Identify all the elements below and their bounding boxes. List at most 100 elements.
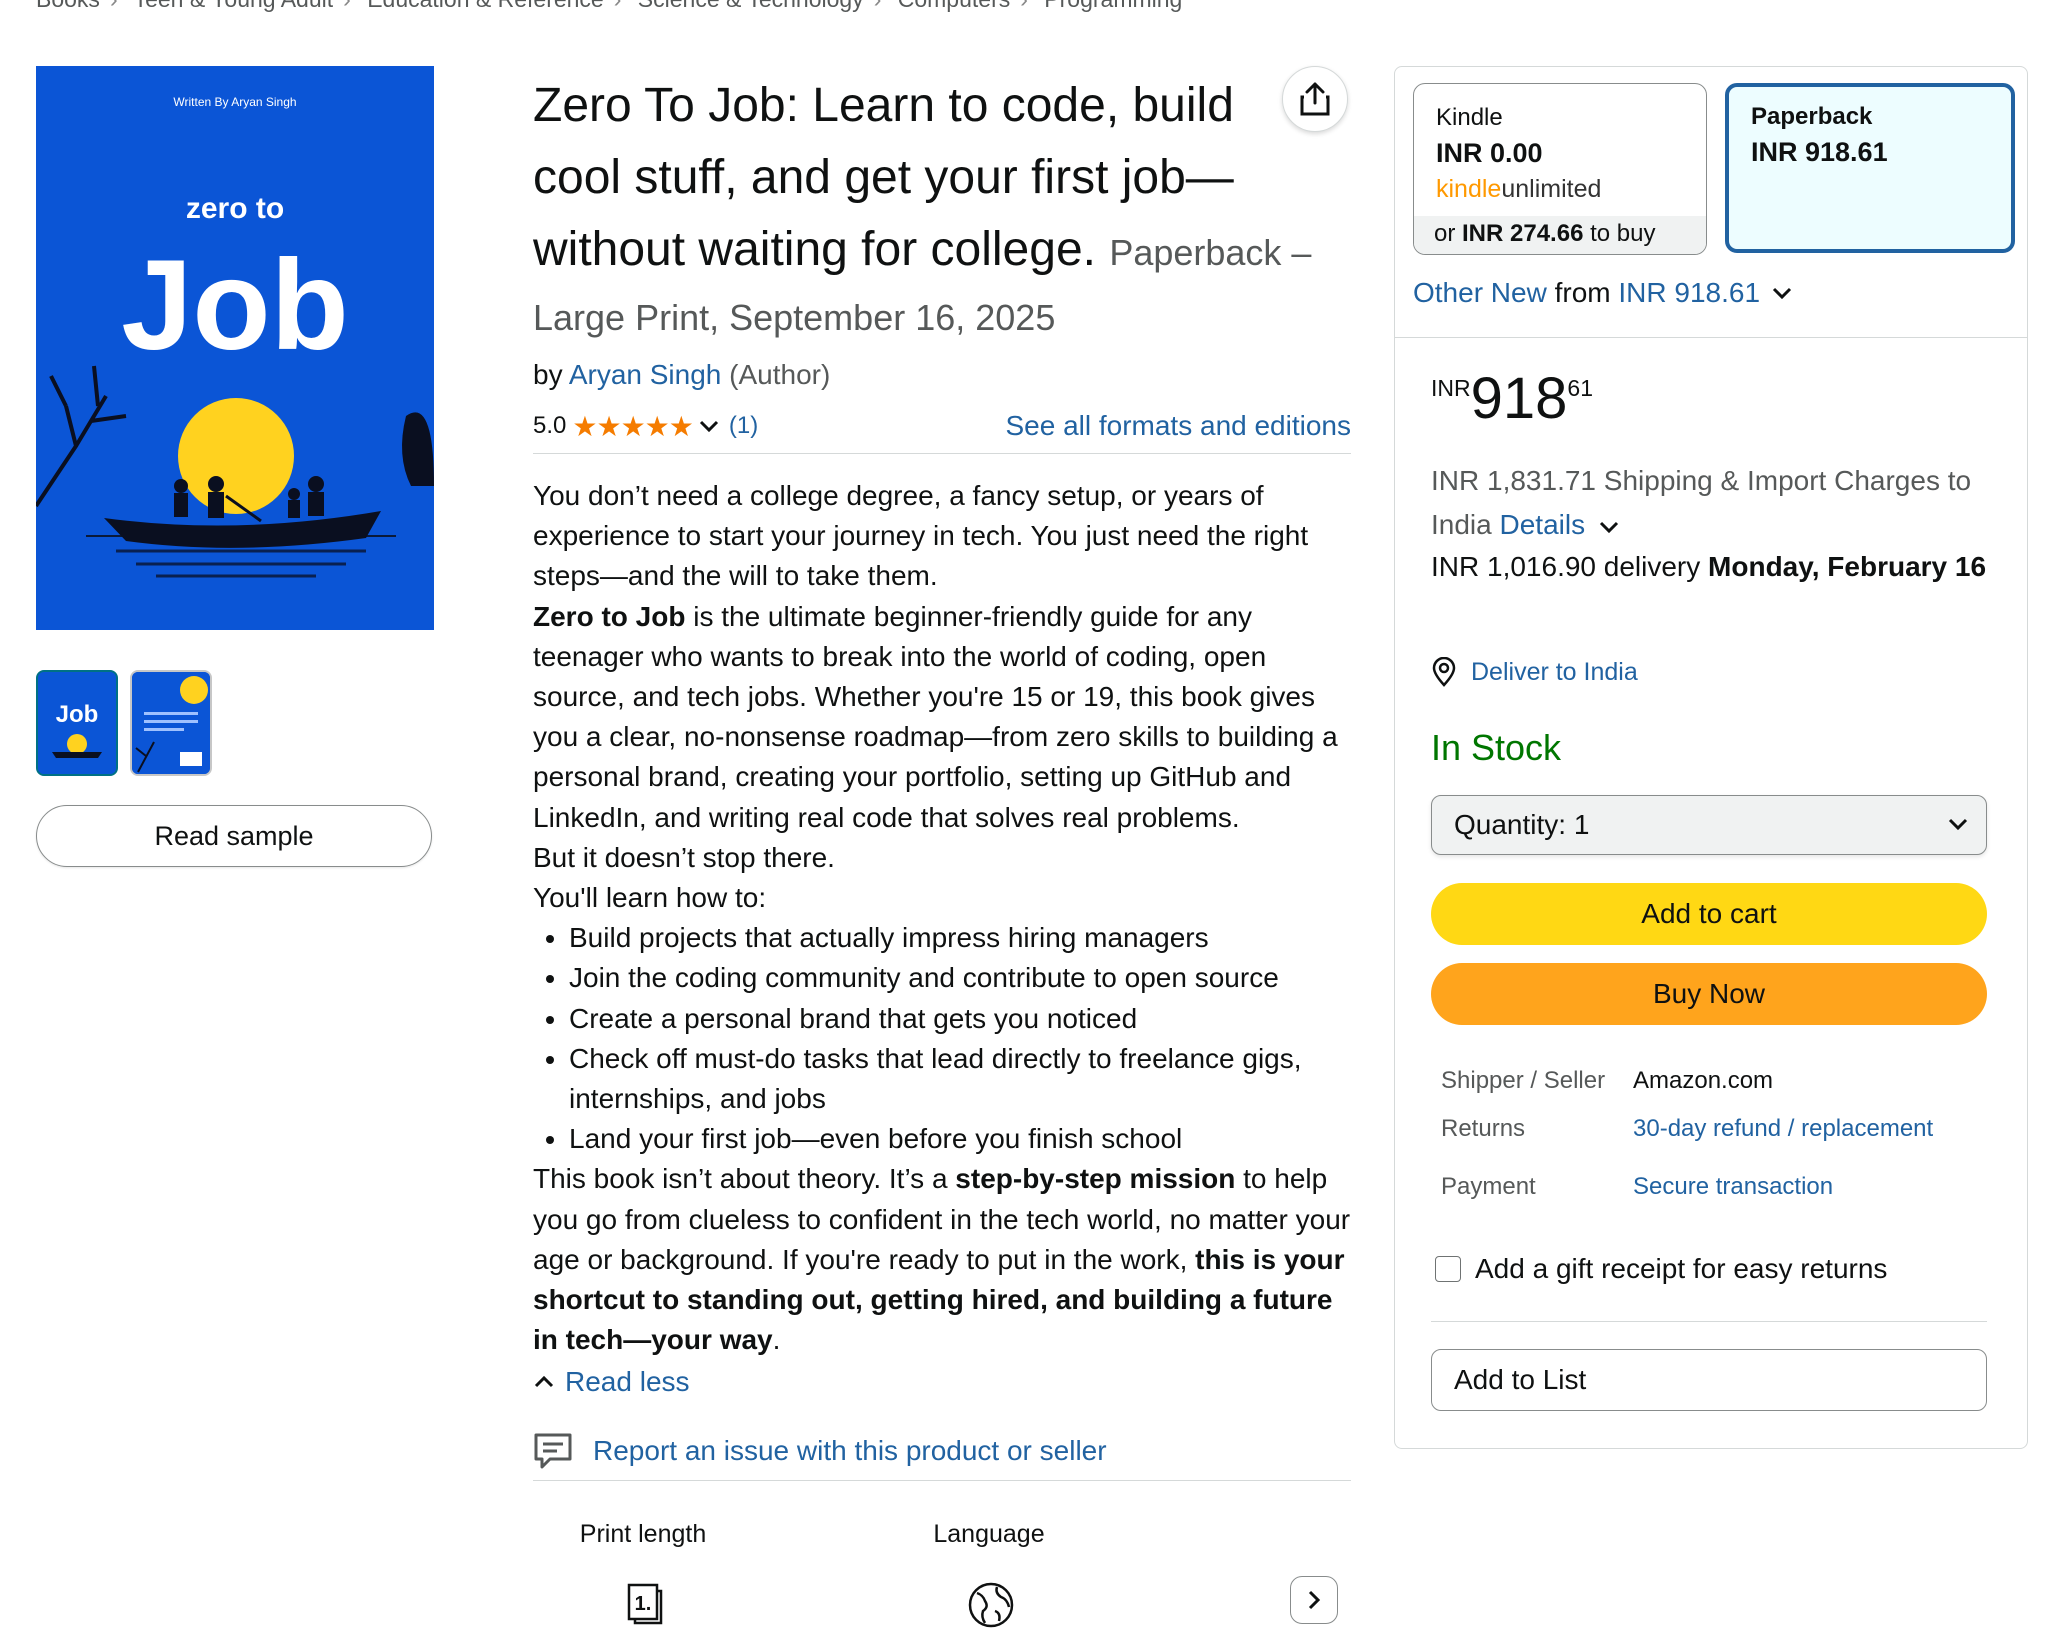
other-new-link[interactable]: Other New xyxy=(1413,277,1547,308)
breadcrumb: Books› Teen & Young Adult› Education & R… xyxy=(36,0,1192,13)
product-specs-carousel: Print length 1. Language xyxy=(533,1520,1351,1640)
spec-label: Language xyxy=(933,1520,1045,1548)
by-label: by xyxy=(533,359,563,390)
list-item: Create a personal brand that gets you no… xyxy=(569,999,1351,1039)
rating-value: 5.0 xyxy=(533,412,567,439)
divider xyxy=(1395,337,2027,338)
rating-row: 5.0 ★★★★★ (1) See all formats and editio… xyxy=(533,409,1351,443)
author-link[interactable]: Aryan Singh xyxy=(569,359,722,390)
breadcrumb-item[interactable]: Books xyxy=(36,0,100,12)
spec-label: Print length xyxy=(579,1520,707,1548)
product-title: Zero To Job: Learn to code, build cool s… xyxy=(533,70,1323,289)
format-swatch-kindle[interactable]: Kindle INR 0.00 kindleunlimited or INR 2… xyxy=(1413,83,1707,255)
chevron-right-icon xyxy=(1308,1590,1321,1610)
location-pin-icon xyxy=(1432,657,1456,687)
swatch-price: INR 918.61 xyxy=(1751,137,1888,167)
divider xyxy=(1431,1321,1987,1322)
read-less-link[interactable]: Read less xyxy=(565,1366,690,1398)
chevron-down-icon xyxy=(1948,818,1968,831)
buy-box: Kindle INR 0.00 kindleunlimited or INR 2… xyxy=(1394,66,2028,1449)
list-item: Build projects that actually impress hir… xyxy=(569,918,1351,958)
thumbnail-front-cover[interactable]: Job xyxy=(36,670,118,776)
add-to-list-button[interactable]: Add to List xyxy=(1431,1349,1987,1411)
deliver-to[interactable]: Deliver to India xyxy=(1431,657,1638,687)
cover-written-by: Written By Aryan Singh xyxy=(173,95,296,109)
description-paragraph: But it doesn’t stop there. xyxy=(533,841,835,873)
breadcrumb-item[interactable]: Programming xyxy=(1044,0,1182,12)
breadcrumb-item[interactable]: Education & Reference xyxy=(367,0,604,12)
chevron-down-icon[interactable] xyxy=(697,414,721,438)
see-all-formats-link[interactable]: See all formats and editions xyxy=(1005,410,1351,442)
byline: by Aryan Singh (Author) xyxy=(533,357,1351,393)
star-rating-icon[interactable]: ★★★★★ xyxy=(572,410,694,443)
breadcrumb-item[interactable]: Science & Technology xyxy=(638,0,864,12)
globe-icon xyxy=(967,1581,1014,1628)
image-thumbnails: Job xyxy=(36,670,212,776)
cover-line1: zero to xyxy=(186,192,284,225)
thumbnail-back-cover[interactable] xyxy=(130,670,212,776)
product-details: Zero To Job: Learn to code, build cool s… xyxy=(533,70,1351,1482)
carousel-next-button[interactable] xyxy=(1290,1576,1338,1624)
info-label: Shipper / Seller xyxy=(1441,1067,1606,1094)
swatch-price: INR 0.00 xyxy=(1436,138,1543,168)
chevron-down-icon[interactable] xyxy=(1770,281,1794,305)
read-less-toggle[interactable]: Read less xyxy=(533,1366,1351,1398)
swatch-name: Paperback xyxy=(1751,103,1873,130)
report-issue-link[interactable]: Report an issue with this product or sel… xyxy=(593,1435,1107,1467)
returns-link[interactable]: 30-day refund / replacement xyxy=(1633,1115,1933,1143)
kindle-buy-price: or INR 274.66 to buy xyxy=(1414,216,1706,254)
shipping-charges: INR 1,831.71 Shipping & Import Charges t… xyxy=(1431,465,1972,540)
info-label: Payment xyxy=(1441,1173,1536,1200)
description-paragraph: Zero to Job is the ultimate beginner-fri… xyxy=(533,600,1338,833)
spec-language: Language xyxy=(879,1520,1099,1628)
info-value: Amazon.com xyxy=(1633,1067,1774,1094)
buy-now-button[interactable]: Buy Now xyxy=(1431,963,1987,1025)
author-role: (Author) xyxy=(729,359,831,390)
format-swatch-paperback[interactable]: Paperback INR 918.61 xyxy=(1725,83,2015,253)
stock-status: In Stock xyxy=(1431,727,1562,768)
price: INR 918 61 xyxy=(1431,367,1593,431)
kindle-unlimited-logo: kindleunlimited xyxy=(1436,175,1602,203)
list-item: Land your first job—even before you fini… xyxy=(569,1119,1351,1159)
swatch-name: Kindle xyxy=(1436,104,1503,131)
quantity-value: Quantity: 1 xyxy=(1454,809,1590,840)
feedback-icon xyxy=(534,1433,572,1469)
shipping-details-link[interactable]: Details xyxy=(1500,509,1586,540)
delivery-date: INR 1,016.90 delivery Monday, February 1… xyxy=(1431,551,1987,582)
spec-print-length: Print length 1. xyxy=(533,1520,753,1625)
breadcrumb-item[interactable]: Teen & Young Adult xyxy=(134,0,334,12)
cover-line2: Job xyxy=(121,234,349,377)
rating-count-link[interactable]: (1) xyxy=(729,412,758,440)
book-cover-image[interactable]: Written By Aryan Singh zero to Job xyxy=(36,66,434,630)
format-inline: Paperback – xyxy=(1109,232,1312,273)
chevron-down-icon[interactable] xyxy=(1597,516,1621,538)
breadcrumb-item[interactable]: Computers xyxy=(898,0,1010,12)
description-bullets: Build projects that actually impress hir… xyxy=(533,918,1351,1159)
read-sample-button[interactable]: Read sample xyxy=(36,805,432,867)
description-paragraph: You don’t need a college degree, a fancy… xyxy=(533,480,1309,592)
gift-receipt-label: Add a gift receipt for easy returns xyxy=(1475,1253,1888,1284)
divider xyxy=(533,453,1351,454)
description-paragraph: You'll learn how to: xyxy=(533,882,767,914)
other-new-offers[interactable]: Other New from INR 918.61 xyxy=(1413,277,1794,309)
report-issue[interactable]: Report an issue with this product or sel… xyxy=(533,1432,1351,1482)
gift-receipt-checkbox[interactable] xyxy=(1435,1256,1461,1282)
quantity-select[interactable]: Quantity: 1 xyxy=(1431,795,1987,855)
svg-text:1.: 1. xyxy=(635,1593,652,1615)
list-item: Check off must-do tasks that lead direct… xyxy=(569,1039,1351,1119)
svg-text:Job: Job xyxy=(56,701,99,728)
format-date: Large Print, September 16, 2025 xyxy=(533,297,1056,338)
price-fraction: 61 xyxy=(1567,375,1593,401)
price-currency: INR xyxy=(1431,375,1471,401)
print-length-icon: 1. xyxy=(621,1581,665,1625)
book-description: You don’t need a college degree, a fancy… xyxy=(533,476,1351,1360)
list-item: Join the coding community and contribute… xyxy=(569,958,1351,998)
info-label: Returns xyxy=(1441,1115,1526,1142)
description-paragraph: This book isn’t about theory. It’s a ste… xyxy=(533,1163,1351,1356)
add-to-cart-button[interactable]: Add to cart xyxy=(1431,883,1987,945)
deliver-to-link[interactable]: Deliver to India xyxy=(1471,658,1638,687)
seller-info: Shipper / Seller Amazon.com Returns 30-d… xyxy=(1441,1067,1933,1221)
gift-receipt-option[interactable]: Add a gift receipt for easy returns xyxy=(1435,1253,1887,1285)
chevron-up-icon xyxy=(534,1376,554,1388)
payment-link[interactable]: Secure transaction xyxy=(1633,1173,1833,1201)
